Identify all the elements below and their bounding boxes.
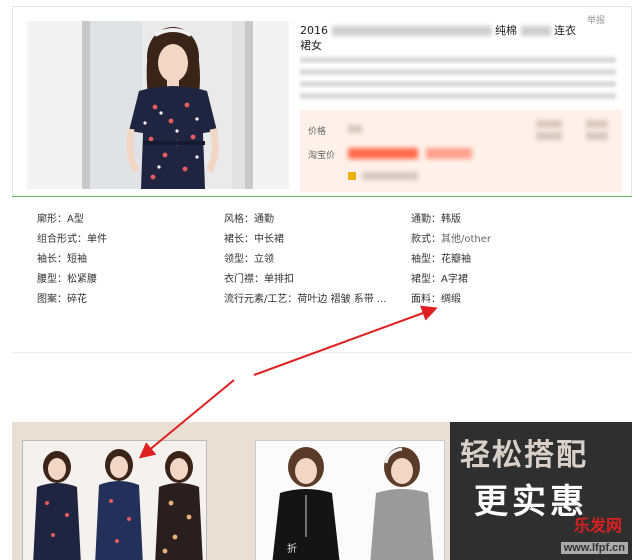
attribute-sleeve-type: 袖型花瓣袖 <box>411 250 471 265</box>
attribute-skirt-type: 裙型A字裙 <box>411 270 468 285</box>
attribute-waist: 腰型松紧腰 <box>37 270 97 285</box>
model-group-figures <box>23 441 206 560</box>
attribute-commute: 通勤韩版 <box>411 210 461 225</box>
price-redacted <box>536 132 562 140</box>
watermark-url: www.lfpf.cn <box>560 542 628 554</box>
arrow-to-fabric <box>253 305 438 376</box>
title-redacted <box>520 26 551 36</box>
price-redacted <box>348 125 362 133</box>
watermark-brand: 乐发网 <box>573 516 622 535</box>
taobao-price-label: 淘宝价 <box>308 151 336 161</box>
attribute-style: 风格通勤 <box>224 210 274 225</box>
title-redacted <box>331 26 492 36</box>
attribute-pattern: 图案碎花 <box>37 290 87 305</box>
price-redacted <box>586 120 608 128</box>
attribute-row: 袖长短袖 领型立领 袖型花瓣袖 <box>37 250 597 265</box>
product-card: 举报 2016 纯棉 连衣 裙女 价格 淘宝价 <box>12 6 632 196</box>
title-category: 连衣 <box>554 24 576 37</box>
attributes-divider <box>12 196 632 197</box>
product-photo[interactable] <box>27 21 289 189</box>
attribute-trend-elements: 流行元素/工艺荷叶边 褶皱 系带 ... <box>224 290 386 305</box>
attribute-placket: 衣门襟单排扣 <box>224 270 294 285</box>
attribute-sleeve-length: 袖长短袖 <box>37 250 87 265</box>
price-box: 价格 淘宝价 <box>300 110 622 192</box>
promo-redacted <box>426 148 472 159</box>
price-label: 价格 <box>308 127 327 137</box>
price-redacted <box>536 120 562 128</box>
promo-panel[interactable]: 轻松搭配 更实惠 <box>450 422 632 560</box>
attribute-row: 腰型松紧腰 衣门襟单排扣 裙型A字裙 <box>37 270 597 285</box>
title-year: 2016 <box>300 24 328 37</box>
thumb-tag: 折 <box>287 544 297 555</box>
attribute-model: 款式其他/other <box>411 230 491 245</box>
promo-banner: 轻松搭配 更实惠 折 乐发网 www.lfpf.cn <box>12 422 632 560</box>
attribute-silhouette: 廓形A型 <box>37 210 84 225</box>
model-figure <box>126 27 219 189</box>
attribute-combination: 组合形式单件 <box>37 230 107 245</box>
coupon-redacted <box>362 172 418 180</box>
promo-headline: 轻松搭配 <box>460 438 588 473</box>
taobao-price-redacted <box>348 148 418 159</box>
product-title[interactable]: 2016 纯棉 连衣 裙女 <box>300 23 620 53</box>
outfit-photo[interactable] <box>255 440 445 560</box>
title-material: 纯棉 <box>495 24 517 37</box>
description-redacted <box>300 57 616 103</box>
outfit-figures <box>256 441 444 560</box>
title-line2: 裙女 <box>300 39 322 52</box>
attribute-row: 图案碎花 流行元素/工艺荷叶边 褶皱 系带 ... 面料绸缎 <box>37 290 597 305</box>
promo-subline: 更实惠 <box>474 482 588 522</box>
attribute-row: 组合形式单件 裙长中长裙 款式其他/other <box>37 230 597 245</box>
attribute-row: 廓形A型 风格通勤 通勤韩版 <box>37 210 597 225</box>
attribute-fabric: 面料绸缎 <box>411 290 461 305</box>
price-redacted <box>586 132 608 140</box>
attribute-skirt-length: 裙长中长裙 <box>224 230 284 245</box>
model-group-photo[interactable] <box>22 440 207 560</box>
attribute-collar: 领型立领 <box>224 250 274 265</box>
coupon-icon <box>348 172 356 180</box>
section-divider <box>12 352 632 353</box>
